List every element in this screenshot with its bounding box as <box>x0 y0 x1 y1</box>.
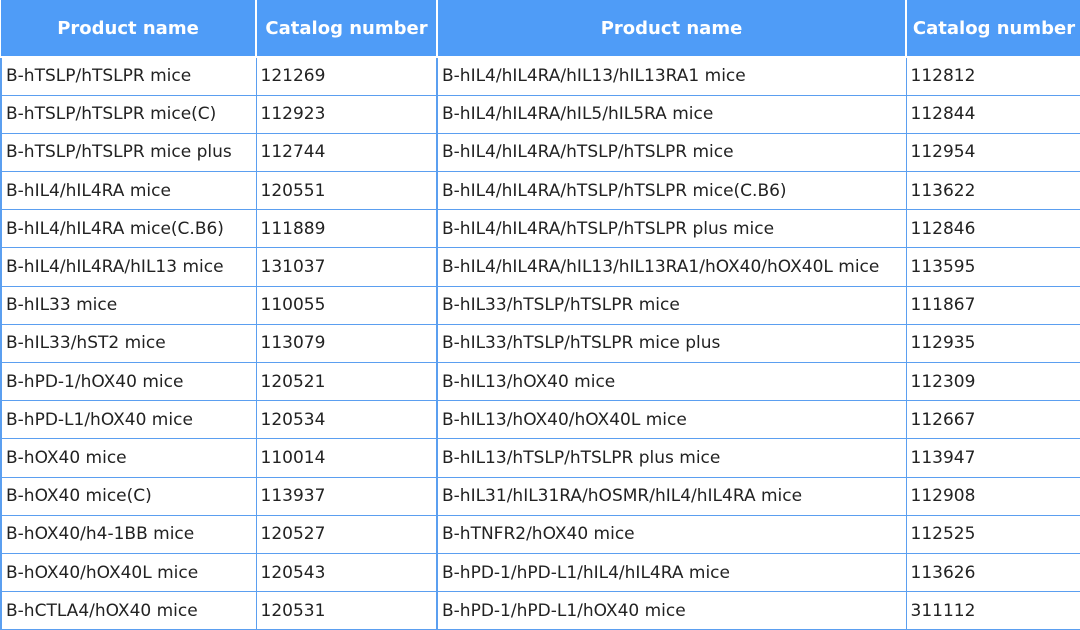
catalog-number-cell: 113595 <box>905 247 1080 287</box>
product-name-cell: B-hOX40 mice(C) <box>0 476 257 516</box>
catalog-number-cell: 113626 <box>905 552 1080 593</box>
catalog-number-cell: 111867 <box>905 285 1080 325</box>
catalog-number-cell: 112954 <box>905 132 1080 173</box>
catalog-number-cell: 112667 <box>905 400 1080 440</box>
catalog-number-cell: 110014 <box>255 438 438 478</box>
product-name-cell: B-hIL33 mice <box>0 285 257 325</box>
product-catalog-table: Product name Catalog number Product name… <box>0 0 1080 630</box>
catalog-number-cell: 112923 <box>255 94 438 134</box>
table-row: B-hIL33/hST2 mice 113079 B-hIL33/hTSLP/hTS… <box>0 323 1080 364</box>
product-name-cell: B-hOX40/hOX40L mice <box>0 552 257 593</box>
product-name-cell: B-hIL4/hIL4RA/hTSLP/hTSLPR mice(C.B6) <box>436 171 907 211</box>
table-row: B-hOX40 mice(C) 113937 B-hIL31/hIL31RA/hOS… <box>0 476 1080 516</box>
header-product-name-left: Product name <box>1 0 257 58</box>
product-name-cell: B-hTSLP/hTSLPR mice plus <box>0 132 257 173</box>
catalog-number-cell: 311112 <box>905 591 1080 630</box>
product-name-cell: B-hPD-1/hPD-L1/hOX40 mice <box>436 591 907 630</box>
product-name-cell: B-hIL4/hIL4RA/hTSLP/hTSLPR mice <box>436 132 907 173</box>
table-row: B-hOX40/h4-1BB mice 120527 B-hTNFR2/hOX40 … <box>0 514 1080 554</box>
catalog-number-cell: 120527 <box>255 514 438 554</box>
catalog-number-cell: 113937 <box>255 476 438 516</box>
catalog-number-cell: 112812 <box>905 56 1080 96</box>
product-name-cell: B-hIL4/hIL4RA mice(C.B6) <box>0 209 257 249</box>
header-catalog-number-left: Catalog number <box>256 0 438 58</box>
catalog-number-cell: 112525 <box>905 514 1080 554</box>
catalog-number-cell: 112908 <box>905 476 1080 516</box>
catalog-number-cell: 112309 <box>905 361 1080 402</box>
catalog-number-cell: 110055 <box>255 285 438 325</box>
header-row: Product name Catalog number Product name… <box>1 0 1080 58</box>
product-name-cell: B-hIL13/hOX40 mice <box>436 361 907 402</box>
table-row: B-hPD-L1/hOX40 mice 120534 B-hIL13/hOX40/h… <box>0 400 1080 440</box>
catalog-number-cell: 112846 <box>905 209 1080 249</box>
product-name-cell: B-hPD-L1/hOX40 mice <box>0 400 257 440</box>
product-name-cell: B-hIL13/hOX40/hOX40L mice <box>436 400 907 440</box>
table-row: B-hTSLP/hTSLPR mice 121269 B-hIL4/hIL4RA/h… <box>0 56 1080 96</box>
product-name-cell: B-hIL31/hIL31RA/hOSMR/hIL4/hIL4RA mice <box>436 476 907 516</box>
table-row: B-hIL4/hIL4RA/hIL13 mice 131037 B-hIL4/hIL… <box>0 247 1080 287</box>
catalog-number-cell: 112844 <box>905 94 1080 134</box>
table-row: B-hOX40/hOX40L mice 120543 B-hPD-1/hPD-L1/… <box>0 552 1080 593</box>
header-catalog-number-right: Catalog number <box>906 0 1080 58</box>
product-name-cell: B-hPD-1/hOX40 mice <box>0 361 257 402</box>
product-name-cell: B-hOX40/h4-1BB mice <box>0 514 257 554</box>
table-row: B-hOX40 mice 110014 B-hIL13/hTSLP/hTSLPR p… <box>0 438 1080 478</box>
product-name-cell: B-hOX40 mice <box>0 438 257 478</box>
product-name-cell: B-hIL4/hIL4RA/hTSLP/hTSLPR plus mice <box>436 209 907 249</box>
product-name-cell: B-hIL13/hTSLP/hTSLPR plus mice <box>436 438 907 478</box>
header-product-name-right: Product name <box>437 0 907 58</box>
table-row: B-hTSLP/hTSLPR mice plus 112744 B-hIL4/hIL… <box>0 132 1080 173</box>
catalog-number-cell: 131037 <box>255 247 438 287</box>
table-row: B-hIL4/hIL4RA mice 120551 B-hIL4/hIL4RA/hT… <box>0 171 1080 211</box>
product-name-cell: B-hIL4/hIL4RA/hIL13/hIL13RA1/hOX40/hOX40… <box>436 247 907 287</box>
table-row: B-hCTLA4/hOX40 mice 120531 B-hPD-1/hPD-L1/… <box>0 591 1080 630</box>
catalog-number-cell: 113622 <box>905 171 1080 211</box>
product-name-cell: B-hTSLP/hTSLPR mice(C) <box>0 94 257 134</box>
catalog-number-cell: 113079 <box>255 323 438 364</box>
product-name-cell: B-hIL4/hIL4RA/hIL13 mice <box>0 247 257 287</box>
table-row: B-hIL4/hIL4RA mice(C.B6) 111889 B-hIL4/hIL… <box>0 209 1080 249</box>
catalog-number-cell: 111889 <box>255 209 438 249</box>
catalog-number-cell: 112744 <box>255 132 438 173</box>
catalog-number-cell: 112935 <box>905 323 1080 364</box>
table-row: B-hTSLP/hTSLPR mice(C) 112923 B-hIL4/hIL4R… <box>0 94 1080 134</box>
catalog-number-cell: 120531 <box>255 591 438 630</box>
table-body: B-hTSLP/hTSLPR mice 121269 B-hIL4/hIL4RA/h… <box>0 56 1080 630</box>
product-name-cell: B-hIL4/hIL4RA/hIL13/hIL13RA1 mice <box>436 56 907 96</box>
product-name-cell: B-hTNFR2/hOX40 mice <box>436 514 907 554</box>
table-header: Product name Catalog number Product name… <box>1 0 1080 58</box>
product-name-cell: B-hIL33/hTSLP/hTSLPR mice plus <box>436 323 907 364</box>
product-name-cell: B-hTSLP/hTSLPR mice <box>0 56 257 96</box>
product-name-cell: B-hIL33/hTSLP/hTSLPR mice <box>436 285 907 325</box>
product-name-cell: B-hIL4/hIL4RA mice <box>0 171 257 211</box>
catalog-number-cell: 120551 <box>255 171 438 211</box>
table-row: B-hIL33 mice 110055 B-hIL33/hTSLP/hTSLPR m… <box>0 285 1080 325</box>
product-name-cell: B-hIL33/hST2 mice <box>0 323 257 364</box>
product-name-cell: B-hCTLA4/hOX40 mice <box>0 591 257 630</box>
table-row: B-hPD-1/hOX40 mice 120521 B-hIL13/hOX40 mi… <box>0 361 1080 402</box>
catalog-number-cell: 120534 <box>255 400 438 440</box>
product-name-cell: B-hPD-1/hPD-L1/hIL4/hIL4RA mice <box>436 552 907 593</box>
product-name-cell: B-hIL4/hIL4RA/hIL5/hIL5RA mice <box>436 94 907 134</box>
catalog-number-cell: 120543 <box>255 552 438 593</box>
catalog-number-cell: 121269 <box>255 56 438 96</box>
catalog-number-cell: 113947 <box>905 438 1080 478</box>
catalog-number-cell: 120521 <box>255 361 438 402</box>
